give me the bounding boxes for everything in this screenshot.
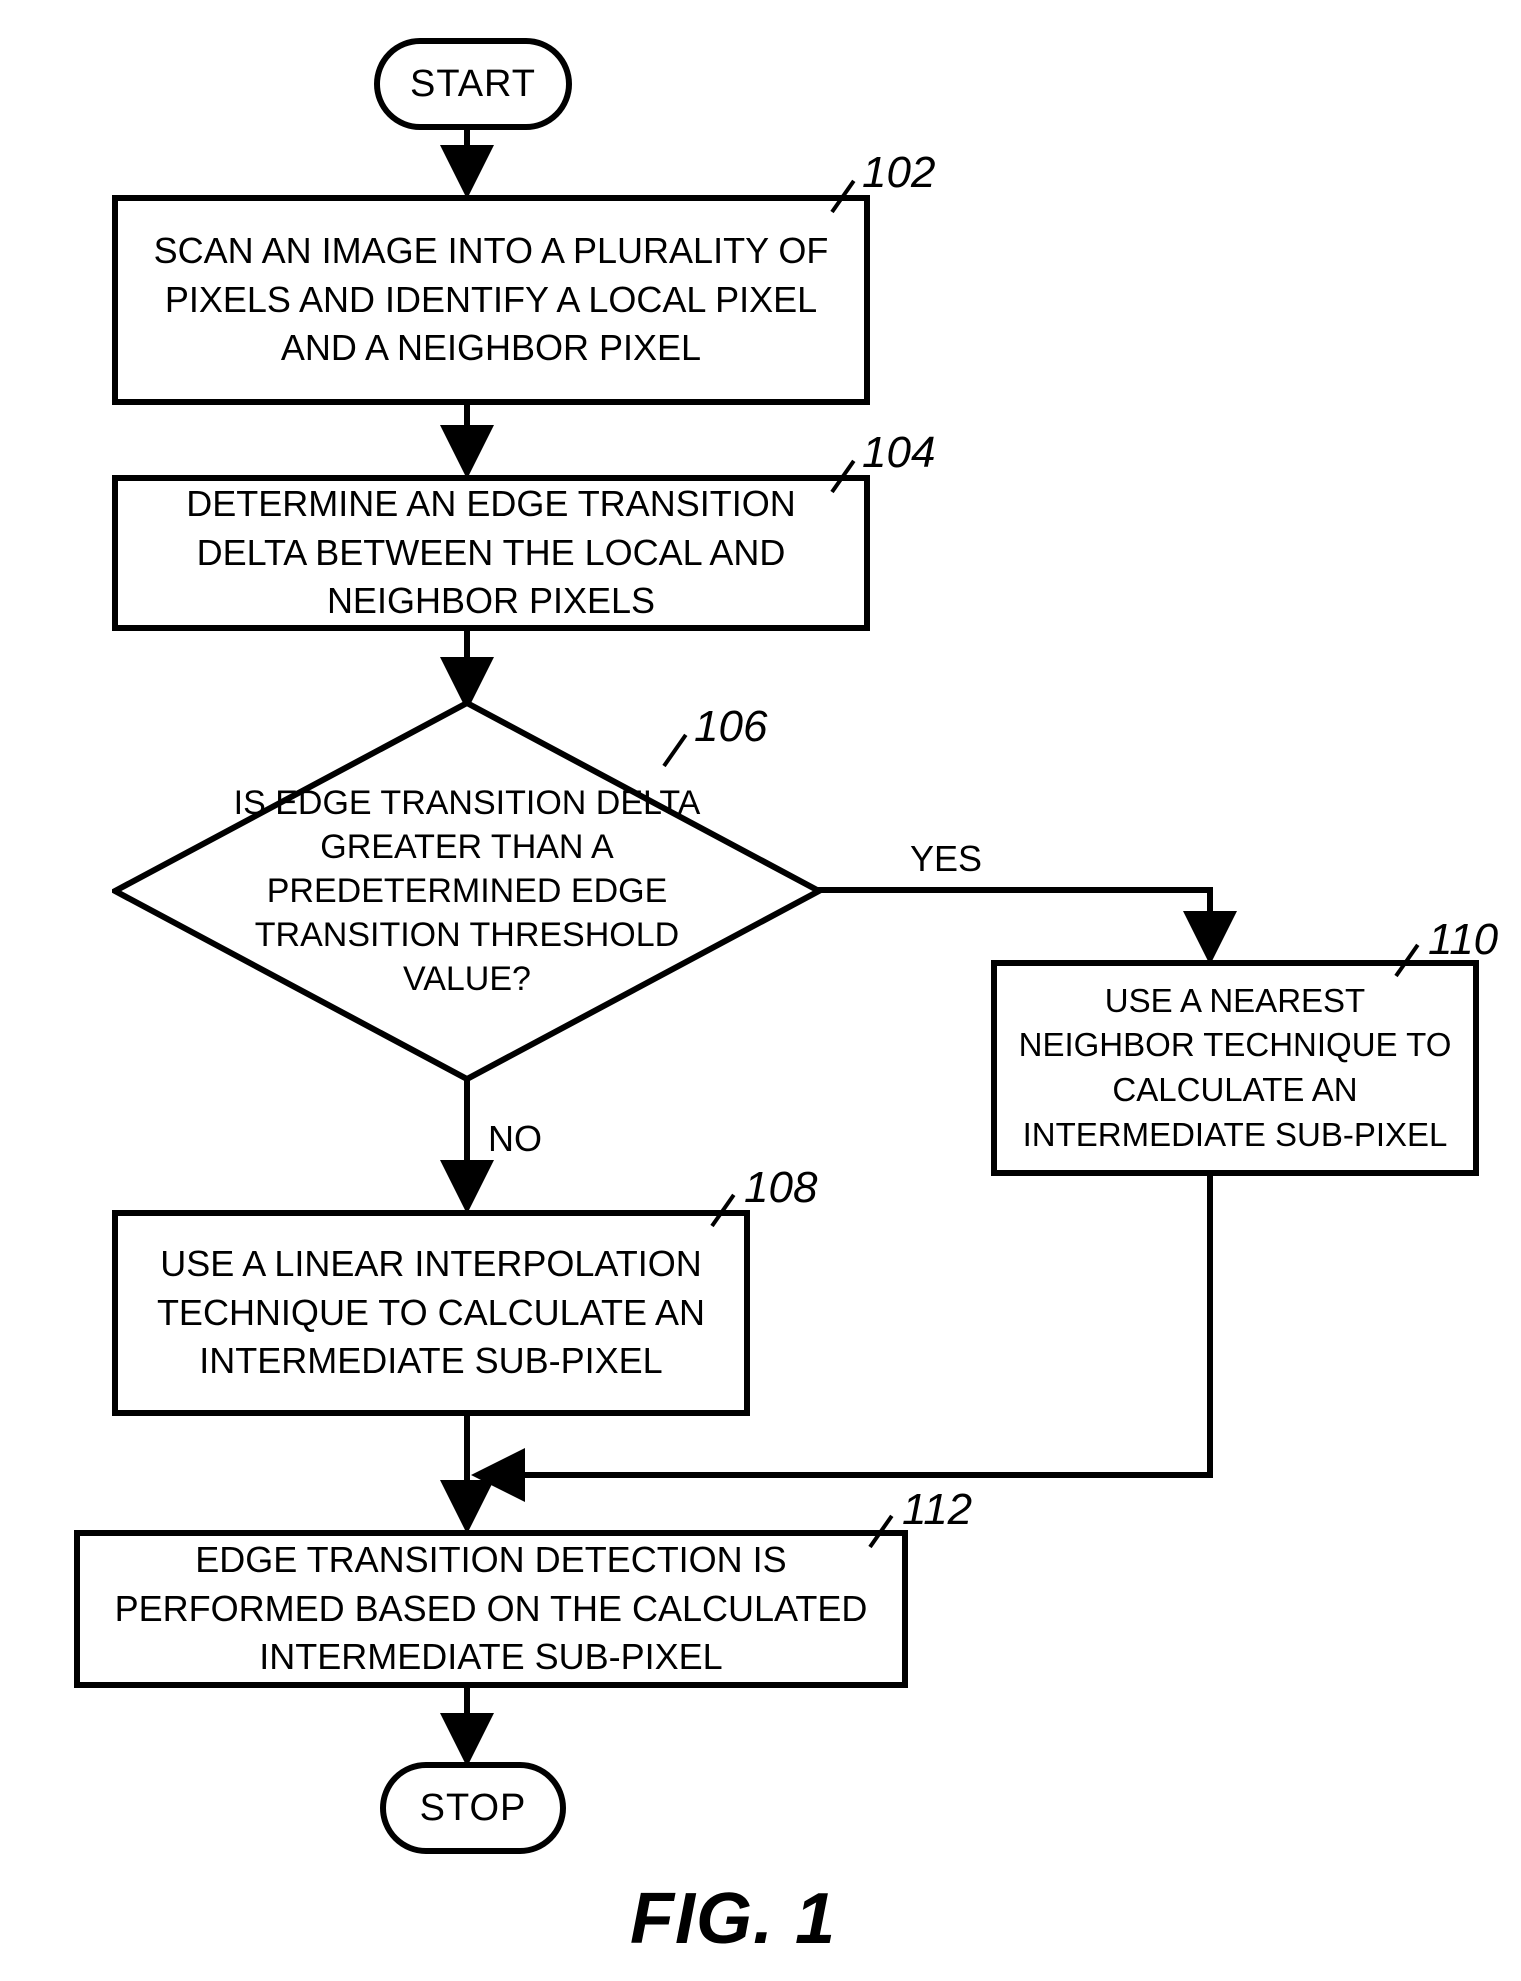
stop-terminator: STOP — [380, 1762, 566, 1854]
figure-label: FIG. 1 — [630, 1878, 836, 1960]
process-110: USE A NEAREST NEIGHBOR TECHNIQUE TO CALC… — [991, 960, 1479, 1176]
process-110-text: USE A NEAREST NEIGHBOR TECHNIQUE TO CALC… — [1015, 979, 1455, 1157]
branch-no-label: NO — [488, 1118, 542, 1160]
process-102: SCAN AN IMAGE INTO A PLURALITY OF PIXELS… — [112, 195, 870, 405]
branch-yes-label: YES — [910, 838, 982, 880]
start-terminator: START — [374, 38, 572, 130]
process-108-text: USE A LINEAR INTERPOLATION TECHNIQUE TO … — [136, 1240, 726, 1386]
process-108: USE A LINEAR INTERPOLATION TECHNIQUE TO … — [112, 1210, 750, 1416]
ref-label-112: 112 — [902, 1485, 972, 1535]
stop-label: STOP — [420, 1787, 527, 1830]
ref-label-104: 104 — [862, 428, 935, 478]
start-label: START — [410, 63, 536, 106]
process-104-text: DETERMINE AN EDGE TRANSITION DELTA BETWE… — [136, 480, 846, 626]
process-102-text: SCAN AN IMAGE INTO A PLURALITY OF PIXELS… — [136, 227, 846, 373]
decision-106-text: IS EDGE TRANSITION DELTA GREATER THAN A … — [192, 760, 742, 1022]
decision-106: IS EDGE TRANSITION DELTA GREATER THAN A … — [112, 700, 822, 1082]
flowchart-canvas: START SCAN AN IMAGE INTO A PLURALITY OF … — [0, 0, 1521, 1981]
ref-label-108: 108 — [744, 1163, 817, 1213]
process-112-text: EDGE TRANSITION DETECTION IS PERFORMED B… — [98, 1536, 884, 1682]
process-112: EDGE TRANSITION DETECTION IS PERFORMED B… — [74, 1530, 908, 1688]
ref-label-102: 102 — [862, 148, 935, 198]
ref-label-106: 106 — [694, 702, 767, 752]
process-104: DETERMINE AN EDGE TRANSITION DELTA BETWE… — [112, 475, 870, 631]
ref-label-110: 110 — [1428, 915, 1498, 965]
